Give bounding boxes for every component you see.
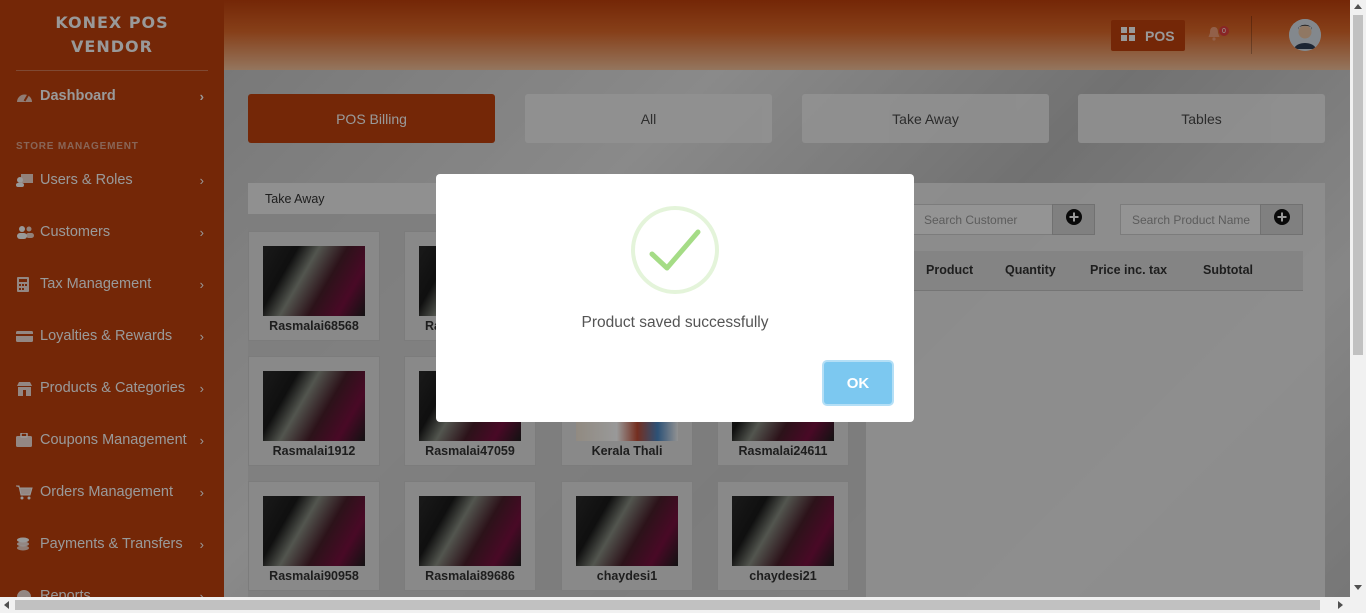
vertical-scroll-thumb[interactable] <box>1353 15 1363 355</box>
vertical-scrollbar[interactable] <box>1350 0 1366 597</box>
scroll-right-arrow-icon[interactable] <box>1338 601 1343 609</box>
scroll-left-arrow-icon[interactable] <box>4 601 9 609</box>
horizontal-scrollbar[interactable] <box>0 597 1366 613</box>
scroll-down-arrow-icon[interactable] <box>1354 585 1362 590</box>
success-check-icon <box>631 206 719 294</box>
scroll-up-arrow-icon[interactable] <box>1354 4 1362 9</box>
ok-button[interactable]: OK <box>824 362 892 404</box>
dialog-message: Product saved successfully <box>581 314 769 331</box>
horizontal-scroll-thumb[interactable] <box>15 600 1320 610</box>
success-dialog: Product saved successfully OK <box>436 174 914 422</box>
